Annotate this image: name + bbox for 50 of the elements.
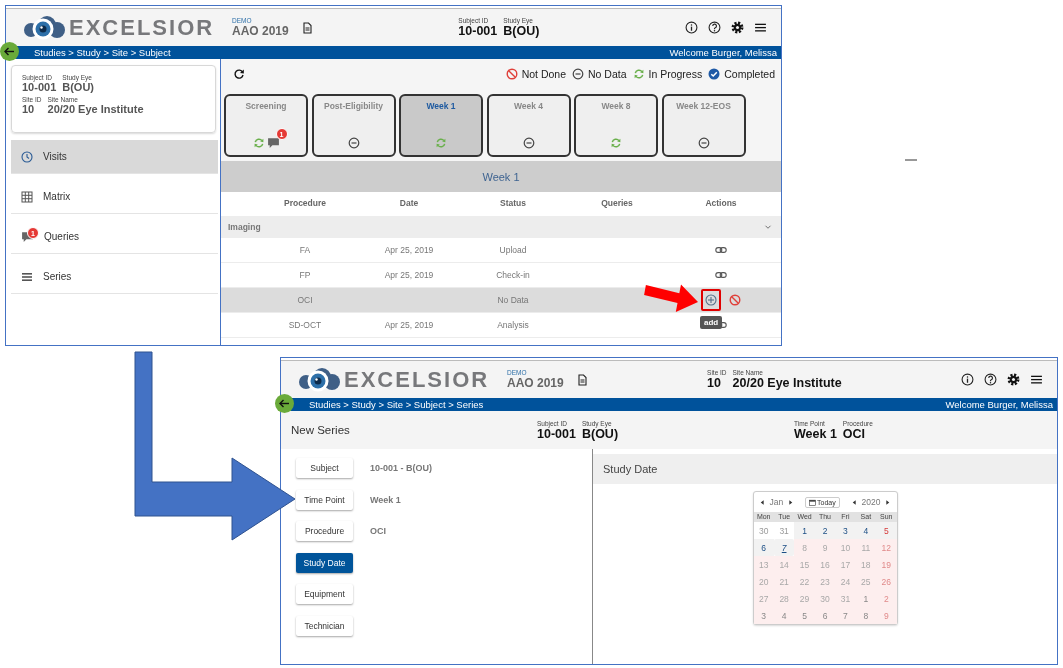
field-value: 10-001 — [22, 81, 57, 93]
field-value: 10-001 — [458, 24, 498, 38]
table-cell-text: OCI — [296, 295, 314, 305]
column-header: Queries — [600, 197, 634, 210]
page-title: New Series — [291, 424, 351, 436]
brand-name: EXCELSIOR — [69, 14, 215, 41]
tooltip: add — [700, 316, 723, 329]
column-header: Procedure — [282, 197, 327, 210]
field-value: 10 — [707, 376, 722, 390]
table-cell-text: SD-OCT — [287, 320, 323, 330]
table-cell-text: Upload — [498, 245, 528, 255]
welcome-text: Welcome Burger, Melissa — [945, 399, 1053, 410]
field-value: OCI — [842, 426, 867, 441]
column-header: Status — [499, 197, 527, 210]
table-cell-text: Apr 25, 2019 — [383, 320, 435, 330]
field-value: 20/20 Eye Institute — [732, 376, 842, 390]
brand-name: EXCELSIOR — [344, 366, 490, 393]
column-header: Date — [398, 197, 420, 210]
field-value: B(OU) — [62, 81, 95, 93]
field-value: Week 1 — [794, 426, 837, 441]
breadcrumb: Studies > Study > Site > Subject > Series — [309, 399, 484, 410]
table-cell-text: Analysis — [496, 320, 530, 330]
legend-label: Not Done — [521, 68, 566, 80]
section-title: Week 1 — [482, 170, 520, 183]
legend-label: In Progress — [648, 68, 703, 80]
table-cell-text: Check-in — [495, 270, 531, 280]
step-value: 10-001 - B(OU) — [370, 463, 432, 473]
field-value: 10 — [22, 103, 36, 115]
study-name: AAO 2019 — [232, 24, 289, 38]
field-value: 20/20 Eye Institute — [47, 103, 144, 115]
table-cell-text: No Data — [496, 295, 530, 305]
table-cell-text: Apr 25, 2019 — [383, 270, 435, 280]
table-cell-text: FP — [298, 270, 312, 280]
study-name: AAO 2019 — [507, 376, 564, 390]
group-label: Imaging — [228, 222, 261, 232]
month-label: Jan — [769, 497, 784, 507]
legend-label: Completed — [724, 68, 775, 80]
step-value: OCI — [370, 526, 386, 536]
table-cell-text: FA — [298, 245, 312, 255]
breadcrumb: Studies > Study > Site > Subject — [34, 47, 171, 58]
table-cell-text: Apr 25, 2019 — [383, 245, 435, 255]
year-label: 2020 — [861, 497, 881, 507]
field-value: 10-001 — [537, 426, 576, 441]
field-value: B(OU) — [503, 24, 540, 38]
panel-title: Study Date — [603, 463, 658, 475]
step-value: Week 1 — [370, 494, 401, 505]
field-value: B(OU) — [581, 426, 619, 441]
column-header: Actions — [704, 197, 738, 210]
welcome-text: Welcome Burger, Melissa — [669, 47, 777, 58]
legend-label: No Data — [588, 68, 627, 80]
